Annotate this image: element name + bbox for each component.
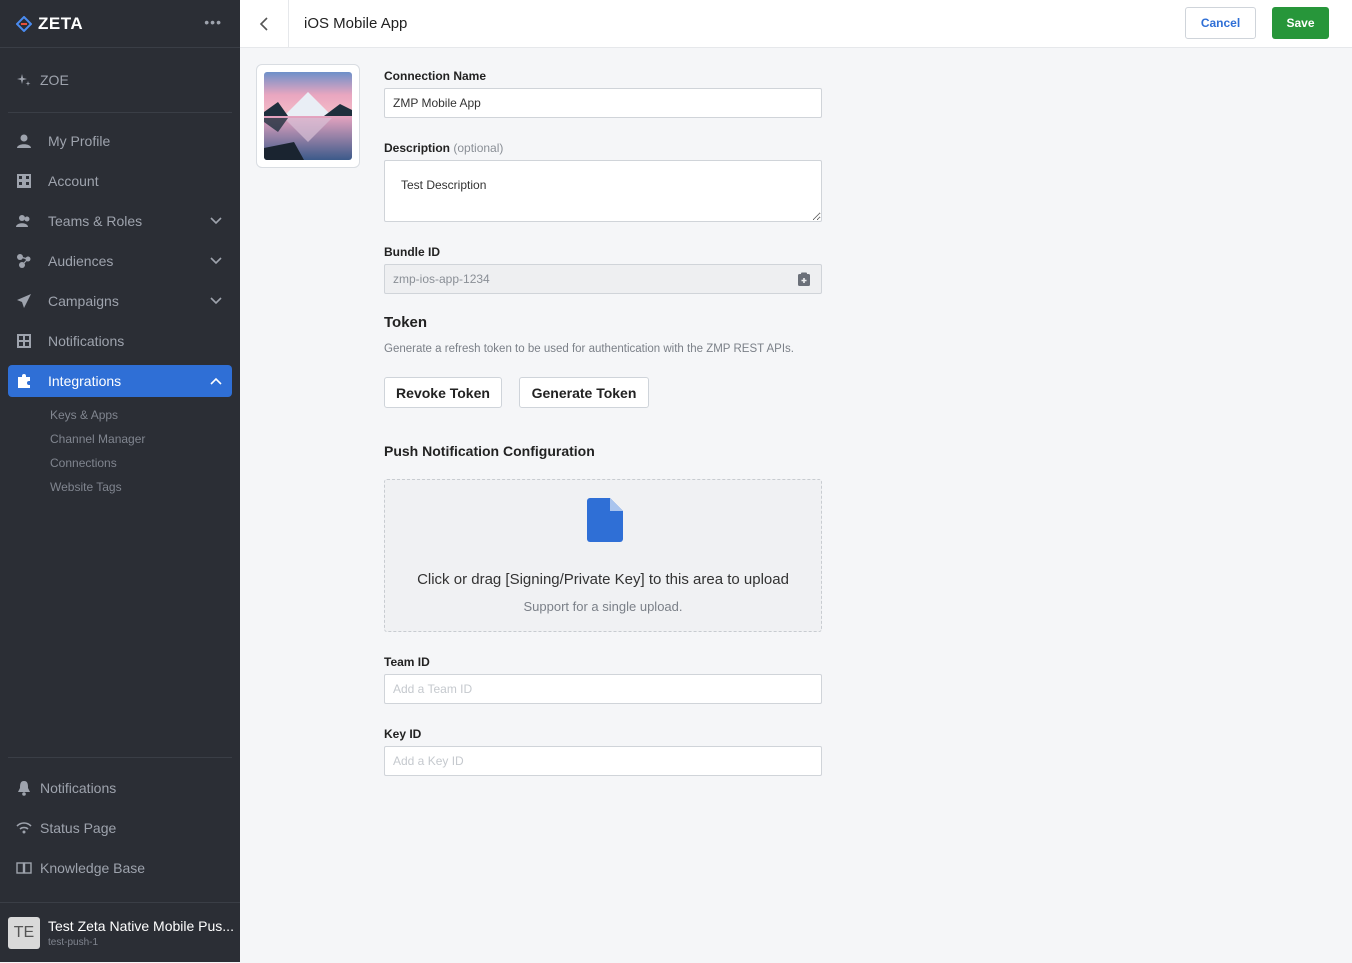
sidebar-item-label: Notifications xyxy=(48,333,125,349)
sidebar-item-notifications[interactable]: Notifications xyxy=(8,325,232,357)
key-id-label: Key ID xyxy=(384,727,422,741)
chevron-left-icon xyxy=(259,16,268,31)
bundle-id-field: zmp-ios-app-1234 xyxy=(384,264,822,294)
account-sub: test-push-1 xyxy=(48,937,99,948)
sidebar-item-knowledge-base[interactable]: Knowledge Base xyxy=(8,852,232,884)
building-icon xyxy=(16,173,32,189)
audiences-icon xyxy=(16,253,32,269)
token-description: Generate a refresh token to be used for … xyxy=(384,343,794,355)
sidebar-nav: My Profile Account Teams & Roles Audienc… xyxy=(0,113,240,499)
users-icon xyxy=(16,213,32,229)
description-label-text: Description xyxy=(384,141,451,155)
key-upload-dropzone[interactable]: Click or drag [Signing/Private Key] to t… xyxy=(384,479,822,632)
subnav-item-website-tags[interactable]: Website Tags xyxy=(50,475,240,499)
bundle-id-value: zmp-ios-app-1234 xyxy=(393,272,490,286)
back-button[interactable] xyxy=(240,0,289,47)
user-icon xyxy=(16,133,32,149)
grid-icon xyxy=(16,333,32,349)
sidebar-item-zoe[interactable]: ZOE xyxy=(0,48,240,112)
token-heading: Token xyxy=(384,314,428,331)
sidebar-item-campaigns[interactable]: Campaigns xyxy=(8,285,232,317)
paper-plane-icon xyxy=(16,293,32,309)
connection-name-label: Connection Name xyxy=(384,69,487,83)
sidebar-item-bottom-notifications[interactable]: Notifications xyxy=(8,772,232,804)
account-info: Test Zeta Native Mobile Pus... test-push… xyxy=(48,918,234,948)
sidebar-item-label: Audiences xyxy=(48,253,114,269)
file-icon xyxy=(587,498,623,542)
integrations-subnav: Keys & Apps Channel Manager Connections … xyxy=(0,403,240,499)
avatar: TE xyxy=(8,917,40,949)
sidebar-item-account[interactable]: Account xyxy=(8,165,232,197)
brand-bar: ZETA ••• xyxy=(0,0,240,48)
upload-hint: Support for a single upload. xyxy=(523,599,683,614)
description-label: Description (optional) xyxy=(384,141,503,155)
revoke-token-button[interactable]: Revoke Token xyxy=(384,377,502,408)
account-name: Test Zeta Native Mobile Pus... xyxy=(48,918,234,934)
divider xyxy=(8,757,232,758)
sidebar: ZETA ••• ZOE My Profile Account Teams & … xyxy=(0,0,240,962)
zeta-logo-icon xyxy=(16,15,32,32)
sidebar-item-label: Notifications xyxy=(40,780,117,796)
ellipsis-icon[interactable]: ••• xyxy=(204,14,222,30)
puzzle-icon xyxy=(16,373,32,389)
bundle-id-label: Bundle ID xyxy=(384,245,440,259)
sidebar-item-label: Status Page xyxy=(40,820,117,836)
sidebar-item-label: My Profile xyxy=(48,133,111,149)
connection-name-input[interactable] xyxy=(384,88,822,118)
sidebar-item-integrations[interactable]: Integrations xyxy=(8,365,232,397)
subnav-item-connections[interactable]: Connections xyxy=(50,451,240,475)
sidebar-item-label: Teams & Roles xyxy=(48,213,143,229)
bell-icon xyxy=(16,780,32,796)
sparkle-icon xyxy=(17,74,31,86)
sidebar-item-teams-roles[interactable]: Teams & Roles xyxy=(8,205,232,237)
wifi-icon xyxy=(16,820,32,836)
subnav-item-channel-manager[interactable]: Channel Manager xyxy=(50,427,240,451)
brand-name: ZETA xyxy=(38,13,84,33)
sidebar-item-status-page[interactable]: Status Page xyxy=(8,812,232,844)
page-header: iOS Mobile App Cancel Save xyxy=(240,0,1352,48)
generate-token-button[interactable]: Generate Token xyxy=(519,377,649,408)
upload-instructions: Click or drag [Signing/Private Key] to t… xyxy=(417,571,789,588)
book-icon xyxy=(16,860,32,876)
app-image xyxy=(264,72,352,160)
save-button[interactable]: Save xyxy=(1272,7,1329,39)
chevron-down-icon xyxy=(210,257,222,265)
page-title: iOS Mobile App xyxy=(304,15,408,32)
sidebar-item-my-profile[interactable]: My Profile xyxy=(8,125,232,157)
account-switcher[interactable]: TE Test Zeta Native Mobile Pus... test-p… xyxy=(0,902,240,963)
app-image-picker[interactable] xyxy=(256,64,360,168)
sidebar-item-label: ZOE xyxy=(40,72,69,88)
team-id-input[interactable] xyxy=(384,674,822,704)
subnav-item-keys-apps[interactable]: Keys & Apps xyxy=(50,403,240,427)
sidebar-bottom: Notifications Status Page Knowledge Base xyxy=(0,757,240,892)
key-id-input[interactable] xyxy=(384,746,822,776)
chevron-up-icon xyxy=(210,377,222,385)
chevron-down-icon xyxy=(210,217,222,225)
sidebar-item-audiences[interactable]: Audiences xyxy=(8,245,232,277)
chevron-down-icon xyxy=(210,297,222,305)
sidebar-item-label: Knowledge Base xyxy=(40,860,146,876)
sidebar-item-label: Integrations xyxy=(48,373,122,389)
description-textarea[interactable]: Test Description xyxy=(384,160,822,222)
sidebar-item-label: Campaigns xyxy=(48,293,119,309)
cancel-button[interactable]: Cancel xyxy=(1185,7,1256,39)
optional-hint: (optional) xyxy=(453,141,504,155)
team-id-label: Team ID xyxy=(384,655,430,669)
clipboard-icon[interactable] xyxy=(797,272,811,287)
push-config-heading: Push Notification Configuration xyxy=(384,443,595,459)
sidebar-item-label: Account xyxy=(48,173,99,189)
